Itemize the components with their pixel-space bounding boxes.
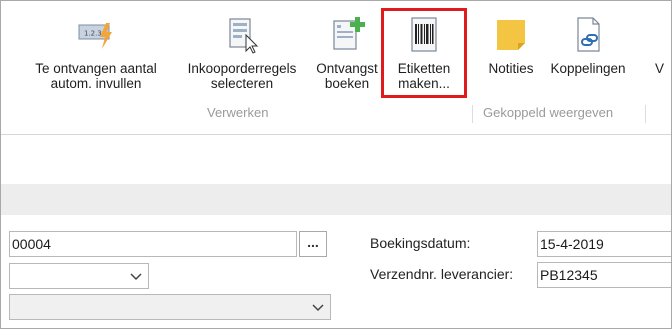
section-band [1, 184, 671, 215]
auto-fill-icon: 1.2.3. [78, 23, 112, 49]
vendor-shipment-field[interactable]: PB12345 [537, 262, 671, 288]
button-label-line2: boeken [324, 76, 370, 91]
lookup-button[interactable]: ... [299, 231, 327, 257]
button-label-line2: autom. invullen [50, 76, 142, 91]
links-button[interactable]: Koppelingen [544, 15, 632, 76]
select-order-lines-button[interactable]: Inkooporderregels selecteren [177, 15, 307, 91]
button-label-line1: V [655, 61, 665, 76]
posting-date-label: Boekingsdatum: [370, 235, 471, 251]
vendor-shipment-label: Verzendnr. leverancier: [370, 266, 514, 282]
posting-date-field[interactable]: 15-4-2019 [537, 231, 671, 257]
chevron-down-icon [130, 273, 142, 281]
number-field[interactable]: 00004 [9, 231, 297, 257]
links-icon [577, 17, 600, 52]
chevron-down-icon [312, 304, 324, 312]
button-label-line1: Inkooporderregels [187, 61, 297, 76]
notes-button[interactable]: Notities [481, 15, 541, 76]
clipped-ribbon-button[interactable]: V [655, 15, 671, 76]
button-label-line1: Ontvangst [316, 61, 378, 76]
button-label-line1: Notities [488, 61, 534, 76]
post-receipt-icon [333, 17, 365, 50]
action-ribbon: 1.2.3. Te ontvangen aantal autom. invull… [1, 1, 671, 135]
dropdown-field[interactable] [9, 263, 149, 289]
auto-fill-qty-button[interactable]: 1.2.3. Te ontvangen aantal autom. invull… [21, 15, 171, 91]
button-label-line1: Koppelingen [550, 61, 626, 76]
button-label-line1: Te ontvangen aantal [35, 61, 157, 76]
page-frame: 1.2.3. Te ontvangen aantal autom. invull… [0, 0, 672, 329]
dropdown-field-disabled[interactable] [9, 294, 331, 320]
highlight-box [381, 8, 467, 98]
group-separator [472, 105, 473, 123]
notes-icon [497, 20, 525, 50]
group-label-linked: Gekoppeld weergeven [483, 105, 614, 120]
select-lines-icon [229, 18, 259, 54]
group-label-process: Verwerken [207, 105, 269, 120]
button-label-line2: selecteren [210, 76, 274, 91]
group-separator [645, 105, 646, 123]
post-receipt-button[interactable]: Ontvangst boeken [313, 15, 381, 91]
